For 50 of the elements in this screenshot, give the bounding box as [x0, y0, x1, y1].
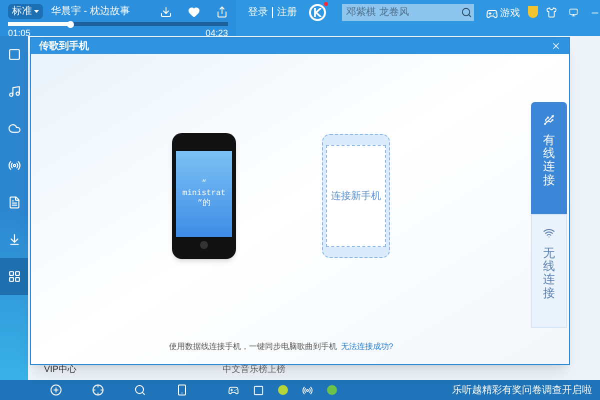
quality-dropdown[interactable]: 标准 [8, 4, 43, 19]
list-icon [8, 196, 20, 209]
elapsed-time: 01:05 [8, 27, 31, 40]
track-title: 华晨宇 - 枕边故事 [51, 4, 130, 19]
download-icon [8, 233, 20, 246]
chart-label[interactable]: 中文音乐榜上榜 [222, 362, 286, 376]
gamepad-icon [486, 8, 498, 20]
phone-screen-text: “ [202, 179, 206, 189]
add-icon[interactable] [50, 384, 62, 396]
new-phone-button[interactable]: 连接新手机 [322, 134, 390, 258]
skin-icon[interactable] [546, 7, 557, 18]
cloud-icon [8, 122, 20, 135]
letter-k-icon [314, 8, 322, 17]
vip-center-label[interactable]: VIP中心 [44, 362, 77, 376]
download-icon[interactable] [160, 6, 172, 18]
search-icon [460, 7, 472, 18]
caret-icon [34, 10, 39, 13]
music-icon [8, 85, 20, 98]
locate-icon[interactable] [92, 384, 104, 396]
tab-label: 有线连接 [543, 134, 555, 187]
total-time: 04:23 [205, 27, 228, 40]
dialog-title: 传歌到手机 [39, 40, 89, 54]
login-link[interactable]: 登录 [248, 7, 273, 18]
close-icon[interactable] [551, 41, 561, 51]
usb-icon [543, 114, 555, 126]
phone-icon[interactable] [176, 384, 188, 396]
search-button[interactable] [458, 4, 474, 21]
apps-icon [8, 270, 20, 283]
status-message[interactable]: 乐听越精彩有奖问卷调查开启啦 [452, 382, 600, 398]
sidebar-tab[interactable] [0, 258, 28, 295]
tab-label: 无线连接 [543, 247, 555, 300]
heart-icon[interactable] [188, 6, 200, 18]
search-icon[interactable] [134, 384, 146, 396]
progress-track[interactable] [8, 22, 228, 26]
search-field[interactable]: 邓紫棋 龙卷风 [342, 4, 458, 21]
gamepad-icon[interactable] [228, 384, 239, 396]
connection-tab[interactable]: 有线连接 [531, 102, 567, 214]
connection-tab[interactable]: 无线连接 [531, 214, 567, 328]
phone-screen-text: ”的 [198, 199, 210, 209]
games-button[interactable]: 游戏 [486, 6, 520, 21]
progress-thumb[interactable] [66, 20, 74, 28]
home-button-drawing [200, 241, 208, 249]
phone-screen-text: ministrat [182, 189, 226, 198]
mini-mode-icon[interactable] [569, 8, 578, 17]
radio-icon [8, 159, 20, 172]
register-link[interactable]: 注册 [277, 7, 297, 18]
hint-text: 使用数据线连接手机，一键同步电脑歌曲到手机 [168, 341, 337, 353]
logo-icon[interactable] [309, 4, 326, 21]
share-icon[interactable] [216, 6, 228, 18]
help-link[interactable]: 无法连接成功? [340, 341, 394, 353]
